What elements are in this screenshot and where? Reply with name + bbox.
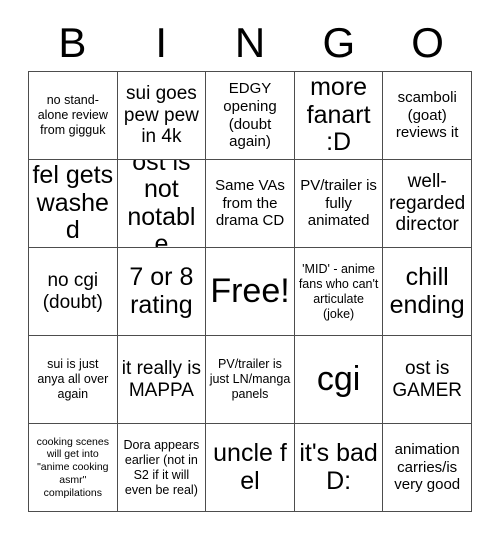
bingo-cell-g3[interactable]: 'MID' - anime fans who can't articulate … (294, 248, 384, 336)
bingo-cell-text: scamboli (goat) reviews it (395, 88, 459, 142)
bingo-grid: no stand-alone review from gigguk sui go… (28, 71, 472, 512)
bingo-card: B I N G O no stand-alone review from gig… (0, 0, 500, 544)
bingo-cell-b4[interactable]: sui is just anya all over again (29, 336, 118, 424)
bingo-cell-text: 7 or 8 rating (129, 263, 194, 319)
bingo-cell-b1[interactable]: no stand-alone review from gigguk (29, 72, 118, 160)
bingo-cell-g2[interactable]: PV/trailer is fully animated (294, 160, 384, 248)
bingo-cell-text: ost is GAMER (392, 357, 463, 401)
bingo-cell-text: chill ending (389, 263, 465, 319)
bingo-cell-n2[interactable]: Same VAs from the drama CD (206, 160, 295, 248)
bingo-cell-o2[interactable]: well-regarded director (383, 160, 472, 248)
bingo-cell-text: fel gets washed (32, 161, 114, 245)
bingo-cell-text: animation carries/is very good (394, 440, 461, 494)
bingo-cell-text: well-regarded director (389, 171, 466, 236)
bingo-cell-o4[interactable]: ost is GAMER (383, 336, 472, 424)
bingo-header-letter-n: N (234, 19, 266, 66)
bingo-cell-text: cgi (316, 359, 361, 398)
bingo-cell-b2[interactable]: fel gets washed (29, 160, 118, 248)
bingo-cell-i3[interactable]: 7 or 8 rating (117, 248, 207, 336)
bingo-cell-o5[interactable]: animation carries/is very good (383, 424, 472, 512)
bingo-cell-text: ost is not notable (127, 160, 196, 248)
bingo-cell-text: PV/trailer is fully animated (300, 176, 377, 230)
bingo-cell-text: cooking scenes will get into "anime cook… (36, 435, 109, 499)
bingo-cell-free-space[interactable]: Free! (206, 248, 295, 336)
bingo-cell-i4[interactable]: it really is MAPPA (117, 336, 207, 424)
bingo-cell-o1[interactable]: scamboli (goat) reviews it (383, 72, 472, 160)
bingo-cell-g5[interactable]: it's bad D: (294, 424, 384, 512)
bingo-cell-o3[interactable]: chill ending (383, 248, 472, 336)
bingo-cell-text: uncle f el (213, 439, 287, 495)
bingo-cell-text: Dora appears earlier (not in S2 if it wi… (123, 437, 200, 497)
bingo-cell-b5[interactable]: cooking scenes will get into "anime cook… (29, 424, 118, 512)
bingo-cell-text: sui is just anya all over again (37, 357, 109, 401)
bingo-cell-n4[interactable]: PV/trailer is just LN/manga panels (206, 336, 295, 424)
bingo-header-row: B I N G O (28, 18, 472, 70)
bingo-cell-text: EDGY opening (doubt again) (223, 80, 277, 151)
bingo-cell-text: no cgi (doubt) (42, 269, 103, 313)
bingo-cell-g4[interactable]: cgi (294, 336, 384, 424)
bingo-cell-i2[interactable]: ost is not notable (117, 160, 207, 248)
bingo-cell-text: Same VAs from the drama CD (215, 176, 285, 230)
bingo-cell-i1[interactable]: sui goes pew pew in 4k (117, 72, 207, 160)
bingo-cell-b3[interactable]: no cgi (doubt) (29, 248, 118, 336)
bingo-cell-text: it really is MAPPA (121, 357, 201, 401)
bingo-header-letter-o: O (411, 19, 444, 66)
bingo-header-letter-i: I (155, 19, 168, 66)
bingo-cell-n1[interactable]: EDGY opening (doubt again) (206, 72, 295, 160)
bingo-cell-text: no stand-alone review from gigguk (37, 93, 108, 137)
bingo-header-letter-b: B (58, 19, 87, 66)
bingo-cell-g1[interactable]: more fanart :D (294, 72, 384, 160)
bingo-cell-text: sui goes pew pew in 4k (123, 83, 199, 148)
bingo-header-letter-g: G (322, 19, 356, 66)
bingo-cell-text: 'MID' - anime fans who can't articulate … (298, 261, 379, 321)
bingo-free-space-label: Free! (210, 271, 290, 310)
bingo-cell-n5[interactable]: uncle f el (206, 424, 295, 512)
bingo-cell-text: PV/trailer is just LN/manga panels (209, 357, 291, 401)
bingo-cell-i5[interactable]: Dora appears earlier (not in S2 if it wi… (117, 424, 207, 512)
bingo-cell-text: more fanart :D (306, 73, 371, 157)
bingo-cell-text: it's bad D: (299, 439, 378, 495)
